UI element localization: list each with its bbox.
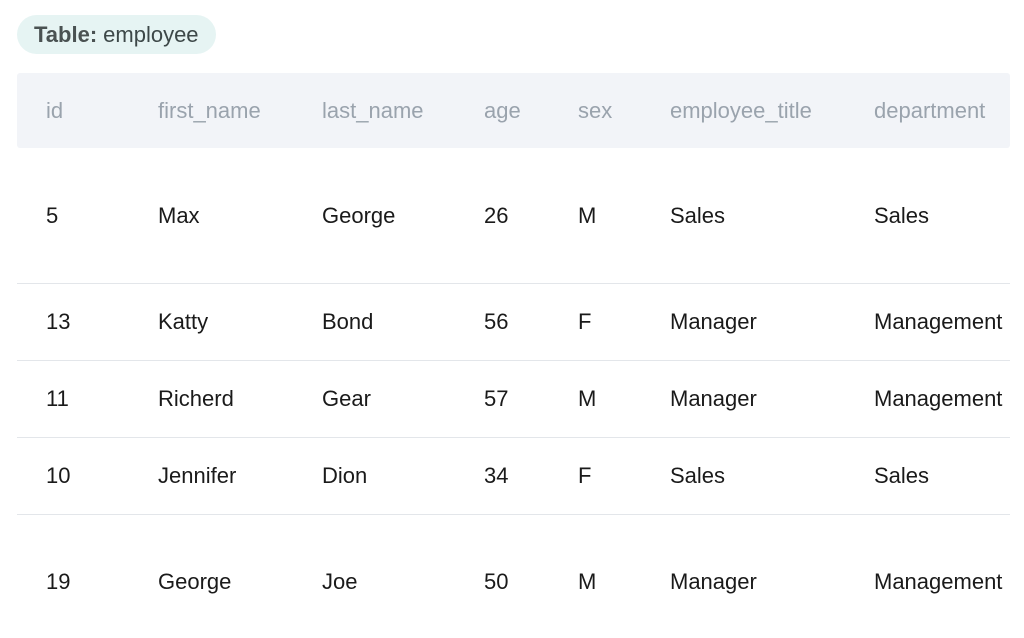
- table-header-row: id first_name last_name age sex employee…: [17, 73, 1010, 148]
- cell-sex: F: [578, 463, 592, 488]
- cell-age: 26: [484, 202, 509, 228]
- cell-age: 34: [484, 463, 509, 488]
- column-header-first-name[interactable]: first_name: [129, 98, 293, 124]
- cell-id: 10: [46, 463, 71, 488]
- cell-age: 57: [484, 386, 509, 411]
- cell-id: 13: [46, 309, 71, 334]
- cell-department: Management: [874, 386, 1003, 411]
- cell-employee-title: Manager: [670, 309, 757, 334]
- table-row[interactable]: 19 George Joe 50 M Manager Management: [17, 515, 1010, 638]
- cell-id: 11: [46, 386, 69, 411]
- cell-last-name: Joe: [322, 568, 358, 594]
- table-row[interactable]: 5 Max George 26 M Sales Sales: [17, 148, 1010, 284]
- cell-employee-title: Manager: [670, 568, 757, 594]
- cell-age: 56: [484, 309, 509, 334]
- cell-first-name: Jennifer: [158, 463, 237, 488]
- employee-table: id first_name last_name age sex employee…: [17, 73, 1010, 638]
- cell-employee-title: Sales: [670, 202, 726, 228]
- table-label: Table:: [34, 21, 98, 47]
- column-header-employee-title[interactable]: employee_title: [641, 98, 845, 124]
- table-row[interactable]: 11 Richerd Gear 57 M Manager Management: [17, 361, 1010, 438]
- cell-first-name: Katty: [158, 309, 209, 334]
- table-row[interactable]: 13 Katty Bond 56 F Manager Management: [17, 284, 1010, 361]
- cell-id: 5: [46, 202, 59, 228]
- cell-last-name: Gear: [322, 386, 371, 411]
- cell-age: 50: [484, 568, 509, 594]
- cell-last-name: Bond: [322, 309, 374, 334]
- cell-id: 19: [46, 568, 71, 594]
- cell-sex: M: [578, 568, 597, 594]
- column-header-last-name[interactable]: last_name: [293, 98, 455, 124]
- column-header-sex[interactable]: sex: [549, 98, 641, 124]
- cell-sex: M: [578, 202, 597, 228]
- cell-department: Management: [874, 309, 1003, 334]
- column-header-id[interactable]: id: [17, 98, 129, 124]
- table-name-badge: Table: employee: [17, 15, 216, 54]
- cell-department: Sales: [874, 202, 930, 228]
- column-header-department[interactable]: department: [845, 98, 1010, 124]
- cell-employee-title: Manager: [670, 386, 757, 411]
- cell-sex: M: [578, 386, 597, 411]
- cell-last-name: Dion: [322, 463, 368, 488]
- cell-first-name: Max: [158, 202, 200, 228]
- page: Table: employee id first_name last_name …: [0, 0, 1024, 638]
- cell-first-name: George: [158, 568, 232, 594]
- cell-department: Sales: [874, 463, 930, 488]
- cell-department: Management: [874, 568, 1003, 594]
- cell-first-name: Richerd: [158, 386, 234, 411]
- cell-sex: F: [578, 309, 592, 334]
- column-header-age[interactable]: age: [455, 98, 549, 124]
- table-row[interactable]: 10 Jennifer Dion 34 F Sales Sales: [17, 438, 1010, 515]
- cell-employee-title: Sales: [670, 463, 726, 488]
- cell-last-name: George: [322, 202, 396, 228]
- table-name: employee: [103, 21, 199, 47]
